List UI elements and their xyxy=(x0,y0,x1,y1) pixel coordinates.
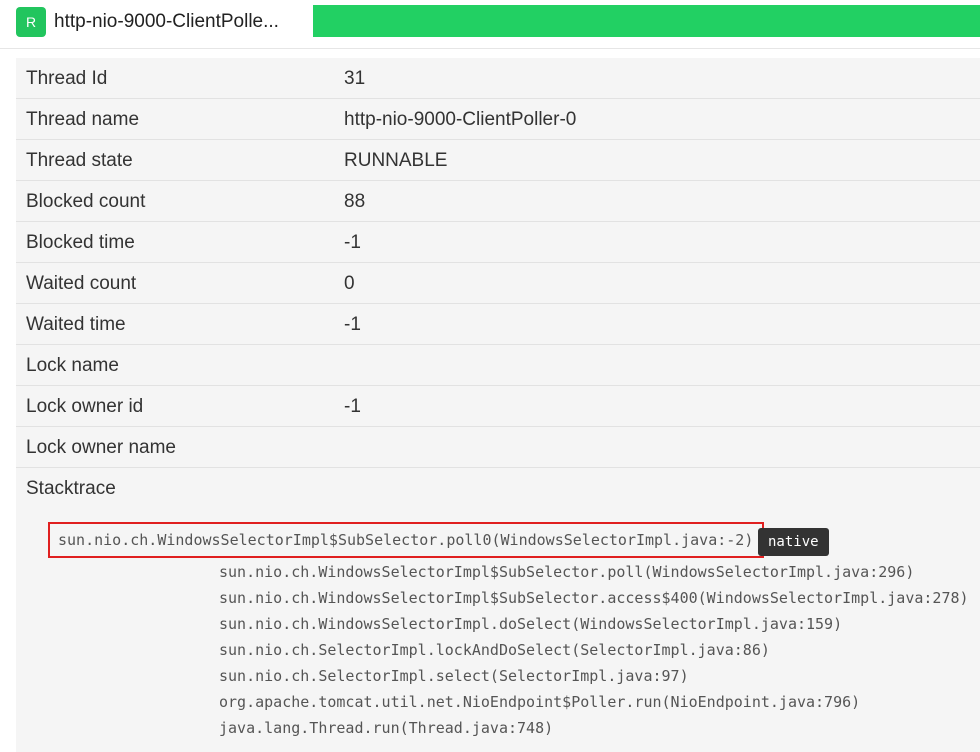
detail-row-blocked-count: Blocked count 88 xyxy=(16,181,980,222)
thread-state-badge: R xyxy=(16,7,46,37)
detail-row-lock-owner-id: Lock owner id -1 xyxy=(16,386,980,427)
detail-row-stacktrace: Stacktrace xyxy=(16,468,980,509)
detail-label: Lock owner id xyxy=(26,396,144,417)
detail-row-thread-id: Thread Id 31 xyxy=(16,58,980,99)
detail-label: Blocked count xyxy=(26,191,146,212)
detail-row-lock-name: Lock name xyxy=(16,345,980,386)
highlighted-stack-frame: sun.nio.ch.WindowsSelectorImpl$SubSelect… xyxy=(48,522,764,558)
stack-frame: sun.nio.ch.WindowsSelectorImpl.doSelect(… xyxy=(219,615,843,633)
detail-label: Waited time xyxy=(26,314,126,335)
detail-row-blocked-time: Blocked time -1 xyxy=(16,222,980,263)
progress-bar xyxy=(313,5,980,37)
native-badge: native xyxy=(758,528,829,556)
detail-label: Blocked time xyxy=(26,232,135,253)
detail-value: 0 xyxy=(344,273,355,294)
tab-title: http-nio-9000-ClientPolle... xyxy=(54,11,279,32)
detail-value: http-nio-9000-ClientPoller-0 xyxy=(344,109,577,130)
detail-label: Thread name xyxy=(26,109,140,130)
detail-value: RUNNABLE xyxy=(344,150,448,171)
stack-frame: sun.nio.ch.WindowsSelectorImpl$SubSelect… xyxy=(58,531,754,549)
thread-tab[interactable]: R http-nio-9000-ClientPolle... xyxy=(16,6,279,38)
detail-row-waited-time: Waited time -1 xyxy=(16,304,980,345)
detail-value: -1 xyxy=(344,314,361,335)
detail-label: Lock owner name xyxy=(26,437,176,458)
detail-row-waited-count: Waited count 0 xyxy=(16,263,980,304)
stack-frame: sun.nio.ch.WindowsSelectorImpl$SubSelect… xyxy=(219,563,915,581)
detail-value: 88 xyxy=(344,191,366,212)
detail-label: Thread Id xyxy=(26,68,108,89)
detail-label: Lock name xyxy=(26,355,119,376)
stack-frame: sun.nio.ch.SelectorImpl.lockAndDoSelect(… xyxy=(219,641,770,659)
detail-label: Waited count xyxy=(26,273,137,294)
detail-row-lock-owner-name: Lock owner name xyxy=(16,427,980,468)
stack-frame: sun.nio.ch.SelectorImpl.select(SelectorI… xyxy=(219,667,689,685)
stacktrace-label: Stacktrace xyxy=(26,478,116,499)
detail-row-thread-state: Thread state RUNNABLE xyxy=(16,140,980,181)
detail-value: -1 xyxy=(344,396,361,417)
stack-frame: java.lang.Thread.run(Thread.java:748) xyxy=(219,719,554,737)
stack-frame: sun.nio.ch.WindowsSelectorImpl$SubSelect… xyxy=(219,589,969,607)
detail-row-thread-name: Thread name http-nio-9000-ClientPoller-0 xyxy=(16,99,980,140)
detail-value: -1 xyxy=(344,232,361,253)
top-bar: R http-nio-9000-ClientPolle... xyxy=(0,0,980,49)
stack-frame: org.apache.tomcat.util.net.NioEndpoint$P… xyxy=(219,693,861,711)
detail-value: 31 xyxy=(344,68,366,89)
detail-label: Thread state xyxy=(26,150,133,171)
thread-details-panel: Thread Id 31 Thread name http-nio-9000-C… xyxy=(16,58,980,752)
